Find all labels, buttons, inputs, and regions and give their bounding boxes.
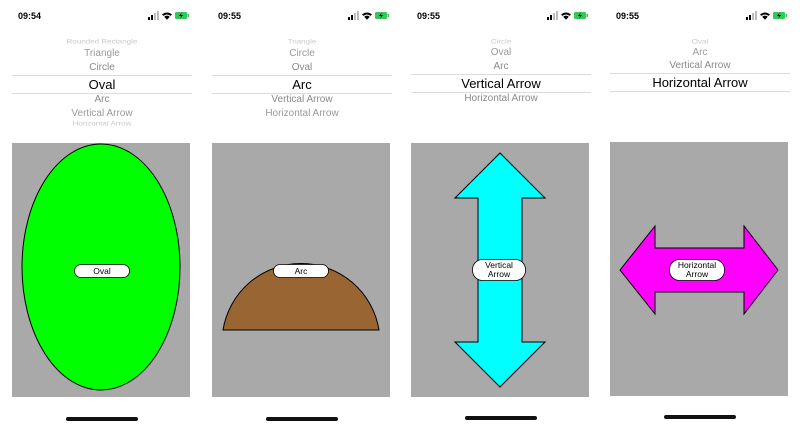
screen-horizontal-arrow: 09:55 Oval Arc Vertical Arrow Horizontal… [598,0,798,430]
picker-option[interactable]: Oval [411,47,591,58]
picker-option[interactable]: Circle [411,38,591,45]
picker-option[interactable]: Vertical Arrow [610,60,790,71]
picker-option[interactable]: Vertical Arrow [12,108,192,119]
shape-label-box: Arc [273,264,329,278]
shape-label-box: Horizontal Arrow [669,259,725,281]
wifi-icon [162,12,172,20]
shape-picker[interactable]: Triangle Circle Oval Arc Vertical Arrow … [212,36,392,128]
wifi-icon [362,12,372,20]
status-time: 09:54 [18,11,42,21]
picker-option[interactable]: Arc [411,61,591,72]
picker-option[interactable]: Rounded Rectangle [12,38,192,45]
shape-picker[interactable]: Circle Oval Arc Vertical Arrow Horizonta… [411,36,591,128]
shape-label-box: Arrow Vertical [472,259,526,281]
status-icons [746,11,787,20]
cellular-signal-icon [348,11,359,20]
picker-option[interactable]: Horizontal Arrow [411,93,591,104]
cellular-signal-icon [547,11,558,20]
picker-option[interactable]: Oval [212,62,392,73]
status-icons [148,11,189,20]
screen-arc: 09:55 Triangle Circle Oval Arc Vertical … [200,0,400,430]
status-time: 09:55 [417,11,441,21]
cellular-signal-icon [746,11,757,20]
shape-label: Oval [93,266,111,276]
picker-option[interactable]: Oval [610,38,790,45]
home-indicator[interactable] [266,417,338,421]
status-time: 09:55 [616,11,640,21]
shape-picker[interactable]: Rounded Rectangle Triangle Circle Oval A… [12,36,192,128]
home-indicator[interactable] [664,415,736,419]
picker-option[interactable]: Horizontal Arrow [12,120,192,127]
shape-label: Vertical [485,260,513,270]
battery-charging-icon [175,12,189,19]
shape-label: Arc [295,266,309,276]
picker-option[interactable]: Arc [12,94,192,105]
home-indicator[interactable] [66,417,138,421]
status-icons [547,11,588,20]
cellular-signal-icon [148,11,159,20]
picker-selected-option[interactable]: Horizontal Arrow [610,75,790,90]
battery-charging-icon [375,12,389,19]
screen-vertical-arrow: 09:55 Circle Oval Arc Vertical Arrow Hor… [399,0,599,430]
picker-option[interactable]: Circle [212,48,392,59]
picker-option[interactable]: Triangle [12,48,192,59]
picker-option[interactable]: Circle [12,62,192,73]
picker-selected-option[interactable]: Arc [212,77,392,92]
home-indicator[interactable] [465,416,537,420]
wifi-icon [760,12,770,20]
status-time: 09:55 [218,11,242,21]
picker-option[interactable]: Arc [610,47,790,58]
shape-label-continuation: Arrow [686,269,709,279]
picker-option[interactable]: Triangle [212,38,392,45]
wifi-icon [561,12,571,20]
battery-charging-icon [574,12,588,19]
battery-charging-icon [773,12,787,19]
picker-selected-option[interactable]: Vertical Arrow [411,76,591,91]
picker-selected-option[interactable]: Oval [12,77,192,92]
shape-label-continuation: Arrow [488,269,511,279]
screen-oval: 09:54 Rounded Rectangle Triangle Circle … [0,0,200,430]
shape-picker[interactable]: Oval Arc Vertical Arrow Horizontal Arrow [610,36,790,128]
picker-option[interactable]: Horizontal Arrow [212,108,392,119]
shape-label-box: Oval [74,264,130,278]
picker-option[interactable]: Vertical Arrow [212,94,392,105]
status-icons [348,11,389,20]
